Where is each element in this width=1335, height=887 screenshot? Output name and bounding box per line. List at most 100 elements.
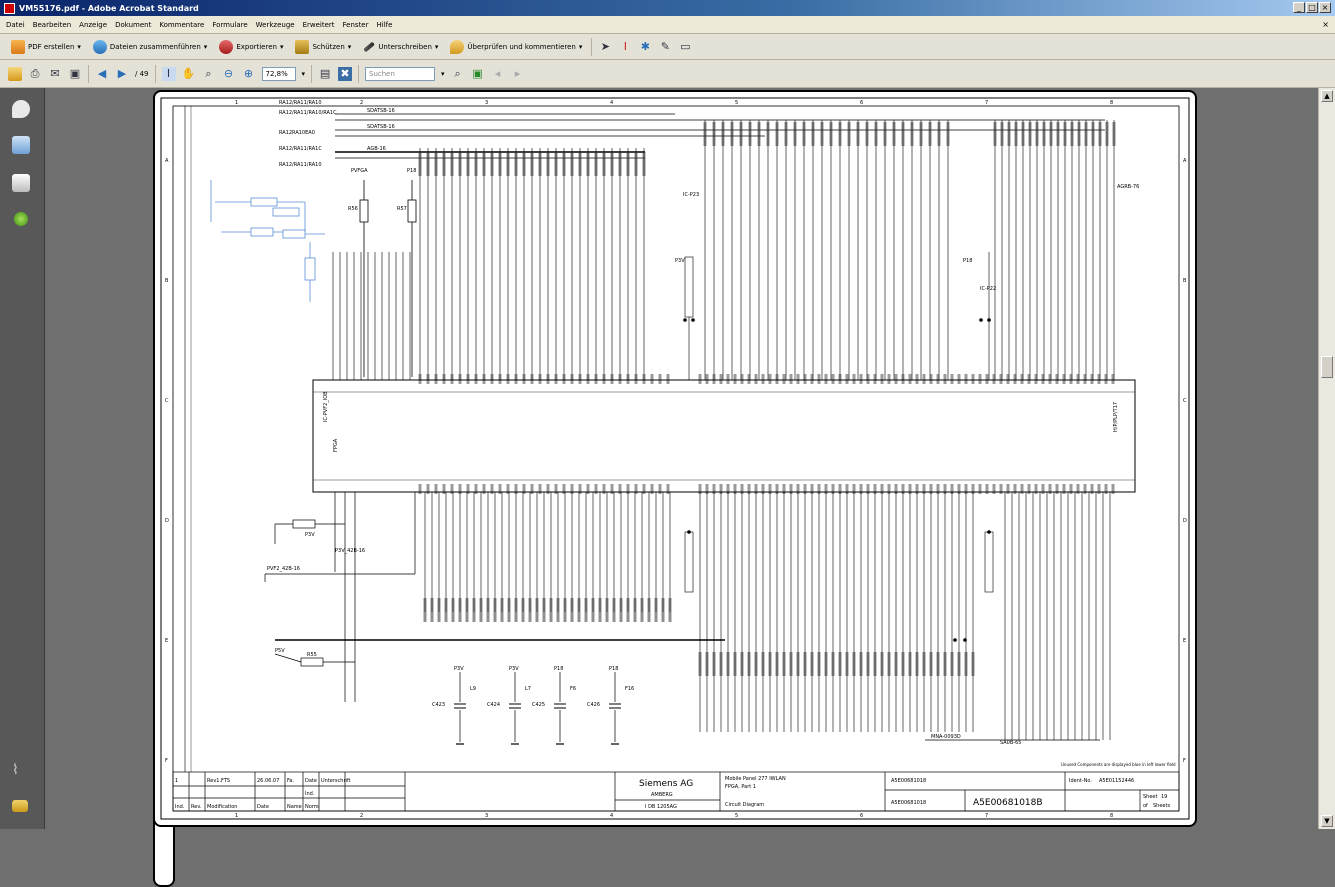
zoom-level-input[interactable]: 72,8%: [261, 66, 296, 81]
search-input[interactable]: Suchen: [365, 66, 436, 81]
create-pdf-button[interactable]: PDF erstellen ▾: [8, 38, 84, 56]
fit-page-icon[interactable]: ✖: [338, 66, 353, 81]
pin-label-mark: [634, 152, 638, 176]
print-icon[interactable]: ⎙: [28, 67, 42, 81]
pin-label-mark: [437, 598, 441, 622]
menu-anzeige[interactable]: Anzeige: [79, 21, 107, 29]
pin-number-mark: [894, 374, 898, 384]
pin-label-mark: [1070, 122, 1074, 146]
sign-button[interactable]: Unterschreiben ▾: [360, 41, 441, 53]
select-tool-icon[interactable]: ➤: [598, 40, 612, 54]
next-result-icon[interactable]: ▸: [511, 67, 525, 81]
net-label: AGB-16: [367, 146, 386, 152]
email-icon[interactable]: ✉: [48, 67, 62, 81]
zoom-dropdown-icon[interactable]: ▾: [302, 70, 306, 78]
pages-icon[interactable]: [12, 136, 30, 154]
search-icon[interactable]: ⌕: [451, 67, 465, 81]
scroll-thumb[interactable]: [1321, 356, 1333, 378]
form-field-icon[interactable]: ▭: [678, 40, 692, 54]
frame-letters: A A B B C C D D E E F F: [165, 158, 1187, 764]
attachment-paperclip-icon[interactable]: ⌇: [12, 762, 30, 780]
pin-label-mark: [880, 652, 884, 676]
net-label: MNA-0093D: [931, 734, 961, 740]
comments-icon[interactable]: [12, 100, 30, 118]
pdf-page: 1 1 2 2 3 3 4 4 5 5 6 6 7 7 8 8 A A B B C C D D E E F F RA12/RA11/…: [153, 90, 1197, 827]
menu-formulare[interactable]: Formulare: [212, 21, 247, 29]
pin-label-mark: [1007, 122, 1011, 146]
search-go-icon[interactable]: ▣: [471, 67, 485, 81]
minimize-button[interactable]: _: [1293, 2, 1305, 13]
pin-number-mark: [852, 374, 856, 384]
net-label: RA12/RA11/RA10: [279, 100, 322, 106]
save-icon[interactable]: ▣: [68, 67, 82, 81]
vertical-scrollbar[interactable]: ▲ ▼: [1318, 88, 1335, 829]
pin-label-mark: [820, 122, 824, 146]
pin-number-mark: [458, 374, 462, 384]
rev-cell: 26.06.07: [257, 778, 279, 784]
net-label: RA12/RA11/RA10/RA1C: [279, 110, 337, 116]
dropdown-arrow-icon: ▾: [279, 42, 284, 51]
pin-label-mark: [730, 122, 734, 146]
zoom-in-icon[interactable]: ⊕: [242, 67, 256, 81]
pin-number-mark: [506, 374, 510, 384]
circuit-schematic: 1 1 2 2 3 3 4 4 5 5 6 6 7 7 8 8 A A B B C C D D E E F F RA12/RA11/…: [160, 97, 1190, 820]
menu-werkzeuge[interactable]: Werkzeuge: [256, 21, 295, 29]
pin-label-mark: [950, 652, 954, 676]
previous-page-icon[interactable]: ◀: [95, 67, 109, 81]
select-text-icon[interactable]: I: [161, 66, 176, 81]
menu-kommentare[interactable]: Kommentare: [159, 21, 204, 29]
next-page-icon[interactable]: ▶: [115, 67, 129, 81]
part-label: PVFGA: [351, 168, 368, 174]
search-dropdown-icon[interactable]: ▾: [441, 70, 445, 78]
menu-datei[interactable]: Datei: [6, 21, 25, 29]
pin-label-mark: [586, 152, 590, 176]
inductor-label: L7: [525, 686, 531, 692]
acrobat-app-icon: [4, 2, 15, 14]
pin-label-mark: [514, 152, 518, 176]
menu-fenster[interactable]: Fenster: [343, 21, 369, 29]
attach-icon[interactable]: ✎: [658, 40, 672, 54]
combine-files-button[interactable]: Dateien zusammenführen ▾: [90, 38, 210, 56]
frame-number: 1: [235, 813, 238, 819]
part-label: P3V: [305, 532, 315, 538]
maximize-button[interactable]: □: [1306, 2, 1318, 13]
dropdown-arrow-icon: ▾: [347, 42, 352, 51]
fit-width-icon[interactable]: ▤: [318, 67, 332, 81]
zoom-tool-icon[interactable]: ⌕: [202, 67, 216, 81]
pin-label-mark: [1014, 122, 1018, 146]
previous-result-icon[interactable]: ◂: [491, 67, 505, 81]
pin-number-mark: [666, 374, 670, 384]
scroll-down-icon[interactable]: ▼: [1321, 815, 1333, 827]
close-window-button[interactable]: ×: [1319, 2, 1331, 13]
pin-label-mark: [1028, 122, 1032, 146]
pin-number-mark: [594, 374, 598, 384]
review-comment-button[interactable]: Überprüfen und kommentieren ▾: [447, 38, 585, 56]
open-folder-icon[interactable]: [8, 66, 22, 81]
signatures-icon[interactable]: [12, 174, 30, 192]
close-document-icon[interactable]: ×: [1322, 20, 1329, 29]
menu-hilfe[interactable]: Hilfe: [377, 21, 393, 29]
export-button[interactable]: Exportieren ▾: [216, 38, 286, 56]
part-label: AGRB-76: [1117, 184, 1139, 190]
secure-button[interactable]: Schützen ▾: [292, 38, 354, 56]
scroll-up-icon[interactable]: ▲: [1321, 90, 1333, 102]
pin-label-mark: [538, 152, 542, 176]
text-touchup-icon[interactable]: I: [618, 40, 632, 54]
pin-label-mark: [922, 652, 926, 676]
rev-header: Date: [257, 804, 269, 810]
pin-number-mark: [514, 374, 518, 384]
pin-label-mark: [829, 122, 833, 146]
how-to-icon[interactable]: [14, 212, 28, 226]
zoom-out-icon[interactable]: ⊖: [222, 67, 236, 81]
hand-tool-icon[interactable]: ✋: [182, 67, 196, 81]
layers-icon[interactable]: [12, 800, 28, 812]
menu-bearbeiten[interactable]: Bearbeiten: [33, 21, 71, 29]
menu-dokument[interactable]: Dokument: [115, 21, 151, 29]
net-label: RA12/RA11/RA1C: [279, 146, 322, 152]
object-tool-icon[interactable]: ✱: [638, 40, 652, 54]
power-label: P3V: [454, 666, 464, 672]
frame-number: 4: [610, 100, 613, 106]
pin-label-mark: [577, 598, 581, 622]
menu-erweitert[interactable]: Erweitert: [303, 21, 335, 29]
project-line: FPGA, Part 1: [725, 784, 756, 790]
